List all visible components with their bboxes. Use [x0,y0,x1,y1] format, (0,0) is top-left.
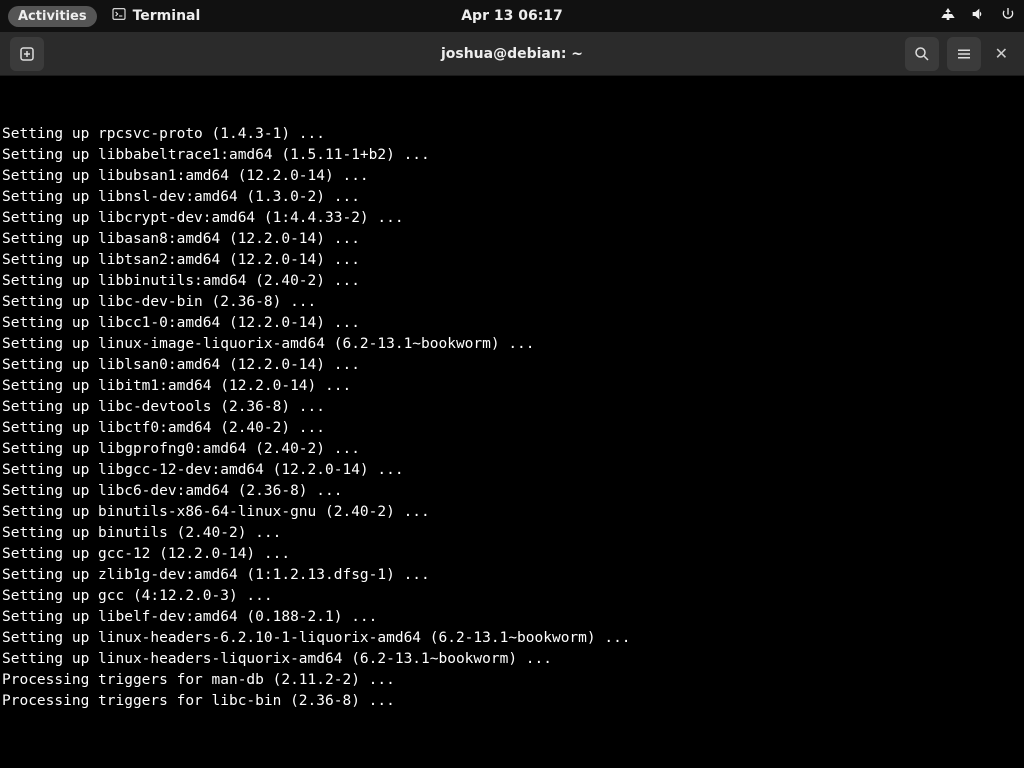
terminal-line: Setting up libgprofng0:amd64 (2.40-2) ..… [2,439,1022,460]
network-icon[interactable] [940,6,956,26]
terminal-line: Setting up libctf0:amd64 (2.40-2) ... [2,418,1022,439]
terminal-line: Setting up libgcc-12-dev:amd64 (12.2.0-1… [2,460,1022,481]
terminal-line: Setting up liblsan0:amd64 (12.2.0-14) ..… [2,355,1022,376]
terminal-line: Setting up libasan8:amd64 (12.2.0-14) ..… [2,229,1022,250]
terminal-line: Processing triggers for man-db (2.11.2-2… [2,670,1022,691]
clock[interactable]: Apr 13 06:17 [461,8,563,24]
app-menu[interactable]: Terminal [111,6,201,26]
terminal-line: Setting up binutils (2.40-2) ... [2,523,1022,544]
terminal-line: Setting up gcc-12 (12.2.0-14) ... [2,544,1022,565]
terminal-line: Setting up linux-headers-liquorix-amd64 … [2,649,1022,670]
window-title: joshua@debian: ~ [441,46,583,62]
window-titlebar: joshua@debian: ~ ✕ [0,32,1024,76]
terminal-line: Setting up libbabeltrace1:amd64 (1.5.11-… [2,145,1022,166]
power-icon[interactable] [1000,6,1016,26]
terminal-line: Processing triggers for libc-bin (2.36-8… [2,691,1022,712]
terminal-line: Setting up libelf-dev:amd64 (0.188-2.1) … [2,607,1022,628]
terminal-icon [111,6,127,26]
close-button[interactable]: ✕ [989,44,1014,63]
terminal-line: Setting up libnsl-dev:amd64 (1.3.0-2) ..… [2,187,1022,208]
terminal-line: Setting up gcc (4:12.2.0-3) ... [2,586,1022,607]
search-button[interactable] [905,37,939,71]
terminal-line: Setting up libc-devtools (2.36-8) ... [2,397,1022,418]
terminal-line: Setting up libcc1-0:amd64 (12.2.0-14) ..… [2,313,1022,334]
terminal-line: Setting up zlib1g-dev:amd64 (1:1.2.13.df… [2,565,1022,586]
app-menu-label: Terminal [133,8,201,24]
terminal-line: Setting up linux-image-liquorix-amd64 (6… [2,334,1022,355]
new-tab-button[interactable] [10,37,44,71]
terminal-line: Setting up rpcsvc-proto (1.4.3-1) ... [2,124,1022,145]
terminal-line: Setting up libtsan2:amd64 (12.2.0-14) ..… [2,250,1022,271]
activities-button[interactable]: Activities [8,6,97,27]
terminal-line: Setting up linux-headers-6.2.10-1-liquor… [2,628,1022,649]
volume-icon[interactable] [970,6,986,26]
terminal-line: Setting up libcrypt-dev:amd64 (1:4.4.33-… [2,208,1022,229]
terminal-line: Setting up libc6-dev:amd64 (2.36-8) ... [2,481,1022,502]
gnome-topbar: Activities Terminal Apr 13 06:17 [0,0,1024,32]
terminal-line: Setting up libc-dev-bin (2.36-8) ... [2,292,1022,313]
terminal-window: joshua@debian: ~ ✕ Setting up rpcsvc-pro… [0,32,1024,768]
terminal-line: Setting up libubsan1:amd64 (12.2.0-14) .… [2,166,1022,187]
terminal-line: Setting up binutils-x86-64-linux-gnu (2.… [2,502,1022,523]
menu-button[interactable] [947,37,981,71]
terminal-output[interactable]: Setting up rpcsvc-proto (1.4.3-1) ...Set… [0,76,1024,768]
terminal-line: Setting up libitm1:amd64 (12.2.0-14) ... [2,376,1022,397]
terminal-line: Setting up libbinutils:amd64 (2.40-2) ..… [2,271,1022,292]
